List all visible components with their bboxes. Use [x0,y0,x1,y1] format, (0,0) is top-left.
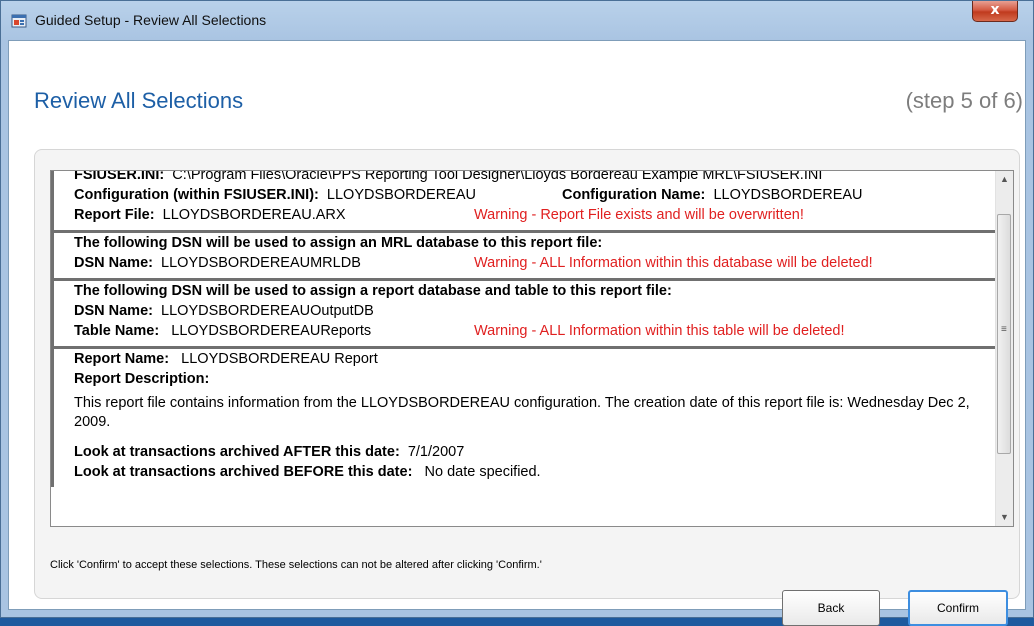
app-setup-icon [11,14,27,28]
step-indicator: (step 5 of 6) [905,88,1023,113]
mrl-dsn-label: DSN Name: [74,255,153,271]
report-name-value: LLOYDSBORDEREAU Report [181,351,378,367]
title-bar[interactable]: Guided Setup - Review All Selections x [1,1,1033,41]
after-date-label: Look at transactions archived AFTER this… [74,444,400,460]
section-report-details: Report Name: LLOYDSBORDEREAU Report Repo… [51,349,995,487]
before-date-value: No date specified. [424,464,541,480]
fsiuser-row: FSIUSER.INI: C:\Program Files\Oracle\PPS… [74,170,995,187]
report-dsn-value: LLOYDSBORDEREAUOutputDB [161,303,374,319]
close-icon: x [990,2,1000,18]
table-warning: Warning - ALL Information within this ta… [474,323,845,339]
report-file-value: LLOYDSBORDEREAU.ARX [162,207,346,223]
page-title: Review All Selections [34,88,244,113]
review-panel: FSIUSER.INI: C:\Program Files\Oracle\PPS… [34,149,1020,626]
table-name-label: Table Name: [74,323,160,339]
mrl-warning: Warning - ALL Information within this da… [474,255,873,271]
table-name-value: LLOYDSBORDEREAUReports [171,323,372,339]
confirm-instructions: Click 'Confirm' to accept these selectio… [50,559,542,571]
before-date-label: Look at transactions archived BEFORE thi… [74,464,413,480]
report-dsn-heading: The following DSN will be used to assign… [74,283,672,299]
config-name-value: LLOYDSBORDEREAU [713,187,863,203]
window-title: Guided Setup - Review All Selections [35,12,267,28]
report-dsn-label: DSN Name: [74,303,153,319]
scrollbar-thumb[interactable]: ≡ [997,214,1011,454]
report-description-text: This report file contains information fr… [74,395,970,430]
section-report-dsn: The following DSN will be used to assign… [51,281,995,349]
review-scroll-area[interactable]: FSIUSER.INI: C:\Program Files\Oracle\PPS… [50,170,1014,527]
scroll-down-arrow-icon[interactable]: ▼ [996,509,1013,526]
mrl-heading: The following DSN will be used to assign… [74,235,603,251]
dialog-client-area: Review All Selections (step 5 of 6) FSIU… [8,40,1026,626]
report-file-row: Report File: LLOYDSBORDEREAU.ARX Warning… [74,207,995,227]
close-button[interactable]: x [972,1,1018,22]
vertical-scrollbar[interactable]: ▲ ≡ ▼ [995,171,1013,526]
section-mrl-dsn: The following DSN will be used to assign… [51,233,995,281]
report-file-warning: Warning - Report File exists and will be… [474,207,804,223]
review-content: FSIUSER.INI: C:\Program Files\Oracle\PPS… [51,170,995,487]
scroll-up-arrow-icon[interactable]: ▲ [996,171,1013,188]
fsiuser-label: FSIUSER.INI: [74,170,165,183]
report-dsn-row: DSN Name: LLOYDSBORDEREAUOutputDB [74,303,995,323]
configuration-row: Configuration (within FSIUSER.INI): LLOY… [74,187,995,207]
back-button[interactable]: Back [782,590,880,626]
scroll-grip-icon: ≡ [1001,324,1007,335]
confirm-button[interactable]: Confirm [908,590,1008,626]
report-name-label: Report Name: [74,351,170,367]
mrl-dsn-value: LLOYDSBORDEREAUMRLDB [161,255,361,271]
after-date-value: 7/1/2007 [407,444,465,460]
config-name-group: Configuration Name: LLOYDSBORDEREAU [562,187,863,203]
report-name-row: Report Name: LLOYDSBORDEREAU Report [74,351,995,371]
table-name-row: Table Name: LLOYDSBORDEREAUReports Warni… [74,323,995,343]
config-value: LLOYDSBORDEREAU [326,187,476,203]
fsiuser-value: C:\Program Files\Oracle\PPS Reporting To… [172,170,823,183]
section-configuration: FSIUSER.INI: C:\Program Files\Oracle\PPS… [51,170,995,233]
after-date-row: Look at transactions archived AFTER this… [74,444,995,464]
report-description-label: Report Description: [74,371,210,387]
before-date-row: Look at transactions archived BEFORE thi… [74,464,995,484]
report-file-label: Report File: [74,207,155,223]
config-name-label: Configuration Name: [562,187,706,203]
config-label: Configuration (within FSIUSER.INI): [74,187,319,203]
mrl-dsn-row: DSN Name: LLOYDSBORDEREAUMRLDB Warning -… [74,255,995,275]
